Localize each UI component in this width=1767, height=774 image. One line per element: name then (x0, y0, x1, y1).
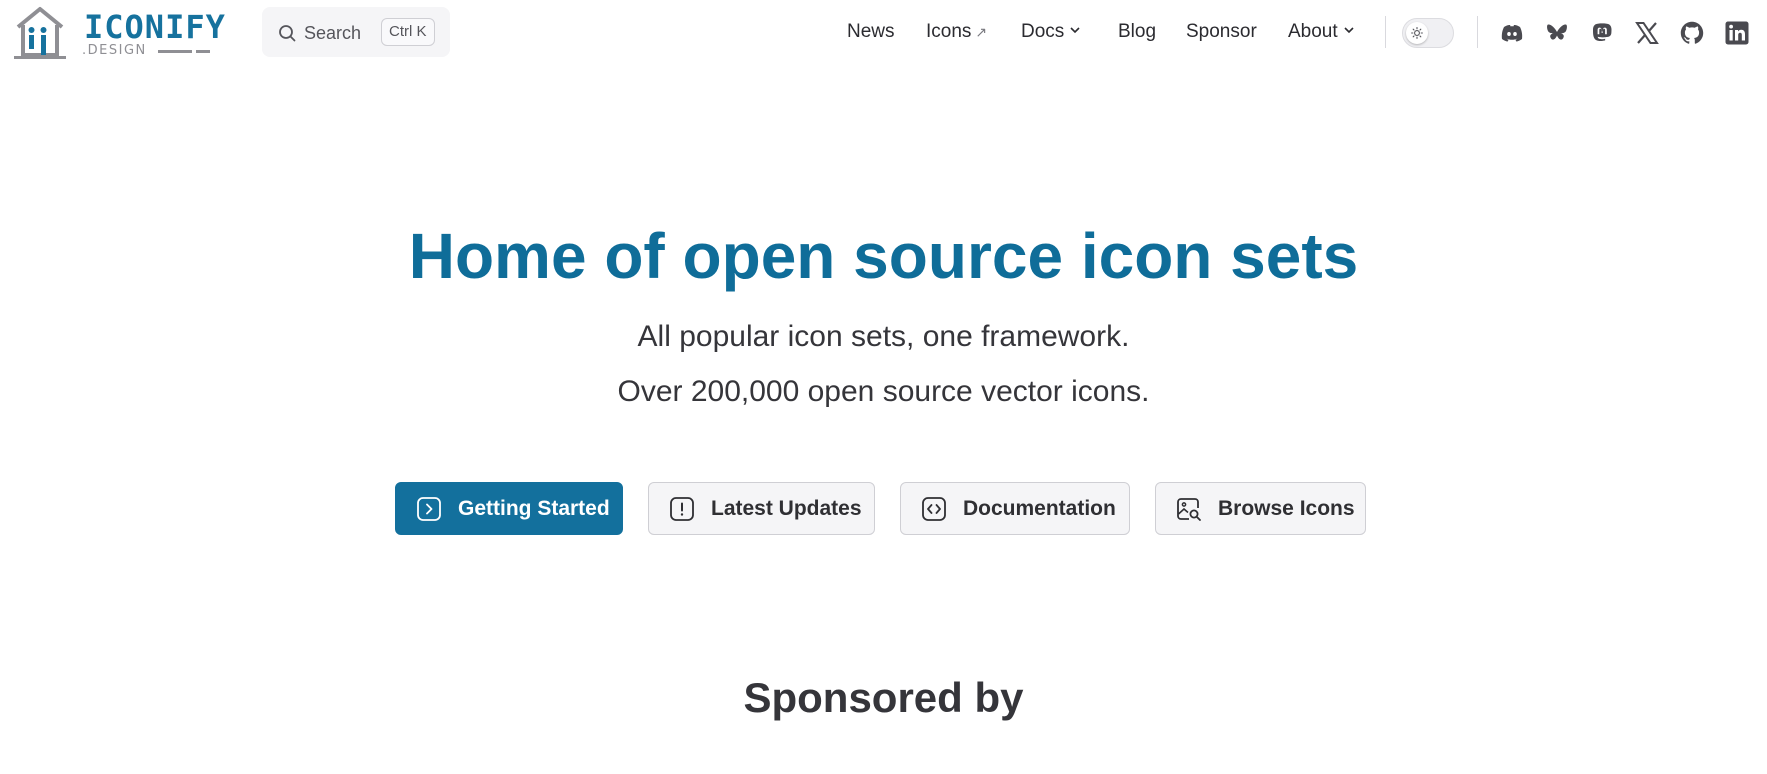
toggle-knob (1406, 22, 1428, 44)
exclamation-square-icon (670, 496, 694, 521)
nav-divider (1477, 16, 1478, 48)
hero-title: Home of open source icon sets (408, 220, 1359, 292)
search-label: Search (304, 23, 362, 43)
latest-updates-label: Latest Updates (711, 496, 862, 520)
nav-about-label: About (1288, 21, 1338, 42)
latest-updates-button[interactable]: Latest Updates (648, 482, 875, 535)
nav-docs[interactable]: Docs (1021, 18, 1080, 46)
sponsored-heading: Sponsored by (743, 674, 1024, 721)
logo-underline (158, 50, 192, 53)
search-button[interactable]: Search Ctrl K (262, 7, 450, 57)
iconify-logo[interactable]: ICONIFY .DESIGN (14, 5, 226, 61)
search-shortcut-badge: Ctrl K (381, 18, 435, 46)
chevron-right-square-icon (417, 496, 441, 521)
nav-about[interactable]: About (1288, 18, 1354, 46)
logo-subtext: .DESIGN (82, 43, 147, 58)
bluesky-icon[interactable] (1544, 20, 1570, 46)
browse-icons-label: Browse Icons (1218, 496, 1355, 520)
hero-subtitle-line1: All popular icon sets, one framework. (637, 320, 1130, 353)
nav-docs-label: Docs (1021, 21, 1065, 42)
chevron-down-icon (1070, 27, 1080, 34)
search-icon (279, 25, 296, 42)
nav-blog[interactable]: Blog (1118, 18, 1156, 46)
linkedin-icon[interactable] (1724, 20, 1750, 46)
theme-toggle[interactable] (1402, 18, 1454, 48)
x-twitter-icon[interactable] (1634, 20, 1660, 46)
image-search-icon (1177, 497, 1201, 521)
nav-blog-label: Blog (1118, 21, 1157, 42)
mastodon-icon[interactable] (1589, 20, 1615, 46)
browse-icons-button[interactable]: Browse Icons (1155, 482, 1366, 535)
chevron-down-icon (1344, 27, 1354, 34)
nav-divider (1385, 16, 1386, 48)
discord-icon[interactable] (1499, 20, 1525, 46)
logo-wordmark: ICONIFY (84, 8, 226, 46)
top-navbar: ICONIFY .DESIGN Search Ctrl K News Icons… (0, 0, 1767, 64)
nav-icons-label: Icons (926, 21, 972, 42)
documentation-button[interactable]: Documentation (900, 482, 1130, 535)
logo-underline (196, 50, 210, 53)
house-logo-icon (14, 7, 66, 59)
github-icon[interactable] (1679, 20, 1705, 46)
getting-started-button[interactable]: Getting Started (395, 482, 623, 535)
hero-subtitle-line2: Over 200,000 open source vector icons. (617, 375, 1150, 408)
nav-news-label: News (847, 21, 895, 42)
documentation-label: Documentation (963, 496, 1116, 520)
external-link-icon: ↗ (975, 24, 988, 40)
sun-icon (1411, 27, 1423, 39)
nav-sponsor[interactable]: Sponsor (1186, 18, 1257, 46)
nav-sponsor-label: Sponsor (1186, 21, 1257, 42)
nav-news[interactable]: News (847, 18, 895, 46)
nav-icons[interactable]: Icons ↗ (926, 18, 987, 46)
getting-started-label: Getting Started (458, 496, 610, 520)
code-square-icon (922, 496, 946, 521)
